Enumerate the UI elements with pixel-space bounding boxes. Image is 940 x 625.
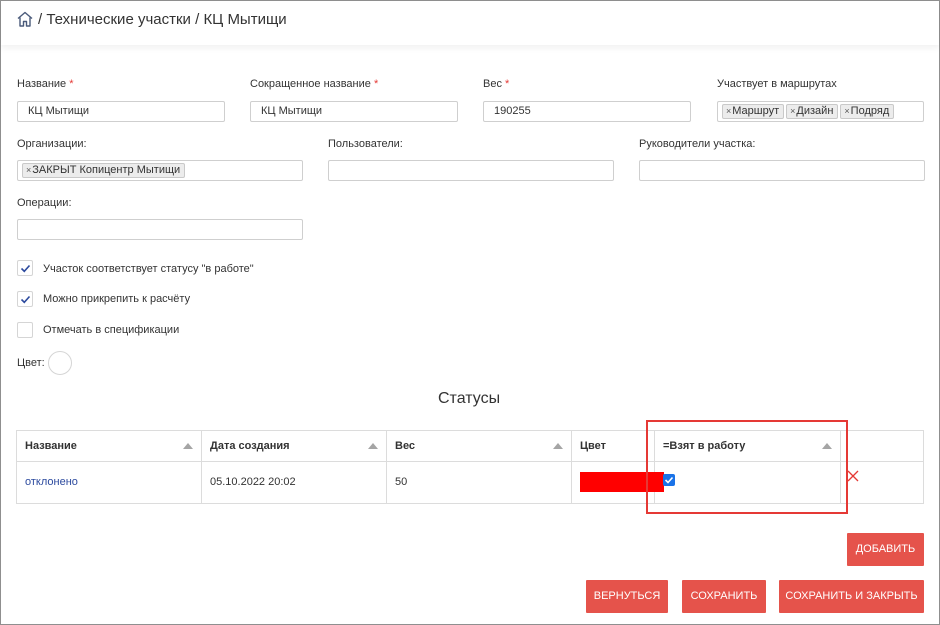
weight-label: Вес * bbox=[483, 78, 510, 90]
breadcrumb-separator: / bbox=[195, 11, 200, 28]
routes-multiselect[interactable]: ×Маршрут ×Дизайн ×Подряд bbox=[717, 101, 924, 122]
taken-to-work-checkbox[interactable] bbox=[663, 474, 675, 486]
status-taken-cell bbox=[655, 462, 841, 504]
operations-label: Операции: bbox=[17, 197, 72, 209]
status-color-swatch bbox=[580, 472, 664, 492]
operations-multiselect[interactable] bbox=[17, 219, 303, 240]
column-header-taken-to-work[interactable]: =Взят в работу bbox=[655, 431, 841, 462]
users-multiselect[interactable] bbox=[328, 160, 614, 181]
checkmark-icon bbox=[20, 295, 31, 304]
column-header-created[interactable]: Дата создания bbox=[202, 431, 387, 462]
delete-row-icon[interactable] bbox=[847, 470, 859, 482]
window-frame bbox=[0, 0, 940, 625]
color-label: Цвет: bbox=[17, 357, 45, 369]
weight-input[interactable]: 190255 bbox=[483, 101, 691, 122]
attach-to-calc-label: Можно прикрепить к расчёту bbox=[43, 293, 191, 305]
short-name-label: Сокращенное название * bbox=[250, 78, 379, 90]
status-name-link[interactable]: отклонено bbox=[17, 462, 202, 504]
breadcrumb: / Технические участки / КЦ Мытищи bbox=[38, 11, 287, 28]
route-tag: ×Дизайн bbox=[786, 104, 839, 119]
remove-tag-icon[interactable]: × bbox=[26, 165, 31, 175]
attach-to-calc-checkbox[interactable] bbox=[17, 291, 33, 307]
organizations-multiselect[interactable]: ×ЗАКРЫТ Копицентр Мытищи bbox=[17, 160, 303, 181]
column-header-color[interactable]: Цвет bbox=[572, 431, 655, 462]
name-label: Название * bbox=[17, 78, 74, 90]
managers-multiselect[interactable] bbox=[639, 160, 925, 181]
breadcrumb-item-current: КЦ Мытищи bbox=[203, 11, 287, 28]
home-icon[interactable] bbox=[16, 10, 34, 28]
sort-arrow-icon[interactable] bbox=[822, 443, 832, 449]
remove-tag-icon[interactable]: × bbox=[844, 106, 849, 116]
managers-label: Руководители участка: bbox=[639, 138, 756, 150]
route-tag: ×Маршрут bbox=[722, 104, 785, 119]
in-work-status-label: Участок соответствует статусу "в работе" bbox=[43, 263, 254, 275]
breadcrumb-separator: / bbox=[38, 11, 43, 28]
status-created-cell: 05.10.2022 20:02 bbox=[202, 462, 387, 504]
sort-arrow-icon[interactable] bbox=[183, 443, 193, 449]
save-and-close-button[interactable]: СОХРАНИТЬ И ЗАКРЫТЬ bbox=[779, 580, 924, 613]
add-status-button[interactable]: ДОБАВИТЬ bbox=[847, 533, 924, 566]
statuses-title: Статусы bbox=[438, 390, 501, 407]
name-input[interactable]: КЦ Мытищи bbox=[17, 101, 225, 122]
mark-in-spec-label: Отмечать в спецификации bbox=[43, 324, 180, 336]
back-button[interactable]: ВЕРНУТЬСЯ bbox=[586, 580, 668, 613]
mark-in-spec-checkbox[interactable] bbox=[17, 322, 33, 338]
organization-tag: ×ЗАКРЫТ Копицентр Мытищи bbox=[22, 163, 186, 178]
users-label: Пользователи: bbox=[328, 138, 403, 150]
column-header-actions bbox=[841, 431, 923, 462]
route-tag: ×Подряд bbox=[840, 104, 895, 119]
breadcrumb-item-sections[interactable]: Технические участки bbox=[46, 11, 191, 28]
remove-tag-icon[interactable]: × bbox=[726, 106, 731, 116]
in-work-status-checkbox[interactable] bbox=[17, 260, 33, 276]
column-header-weight[interactable]: Вес bbox=[387, 431, 572, 462]
sort-arrow-icon[interactable] bbox=[368, 443, 378, 449]
column-header-name[interactable]: Название bbox=[17, 431, 202, 462]
remove-tag-icon[interactable]: × bbox=[790, 106, 795, 116]
routes-label: Участвует в маршрутах bbox=[717, 78, 837, 90]
checkmark-icon bbox=[20, 264, 31, 273]
color-picker[interactable] bbox=[48, 351, 72, 375]
short-name-input[interactable]: КЦ Мытищи bbox=[250, 101, 458, 122]
status-weight-cell: 50 bbox=[387, 462, 572, 504]
checkmark-icon bbox=[664, 476, 674, 484]
statuses-table: Название Дата создания Вес Цвет =Взят в … bbox=[16, 430, 924, 504]
page-header: / Технические участки / КЦ Мытищи bbox=[1, 1, 939, 45]
organizations-label: Организации: bbox=[17, 138, 87, 150]
sort-arrow-icon[interactable] bbox=[553, 443, 563, 449]
save-button[interactable]: СОХРАНИТЬ bbox=[682, 580, 766, 613]
